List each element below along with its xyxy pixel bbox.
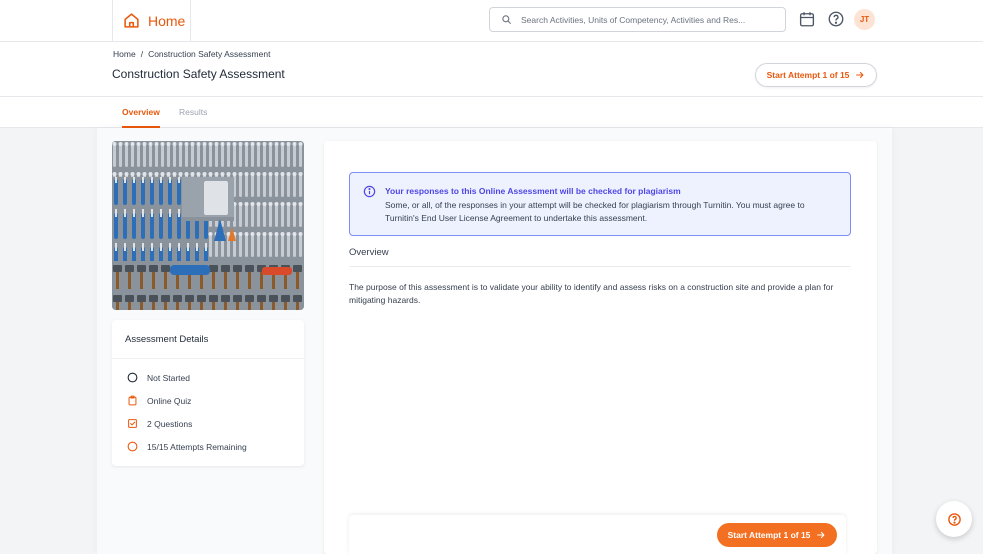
home-link[interactable]: Home bbox=[112, 0, 191, 41]
details-title: Assessment Details bbox=[125, 334, 209, 345]
avatar[interactable]: JT bbox=[854, 9, 875, 30]
help-icon[interactable] bbox=[827, 10, 845, 28]
detail-status: Not Started bbox=[127, 372, 190, 383]
circle-icon bbox=[127, 372, 138, 383]
search-placeholder: Search Activities, Units of Competency, … bbox=[521, 14, 746, 25]
detail-questions: 2 Questions bbox=[127, 418, 192, 429]
page-title: Construction Safety Assessment bbox=[112, 67, 285, 81]
arrow-right-icon bbox=[856, 71, 864, 79]
start-attempt-label: Start Attempt 1 of 15 bbox=[766, 70, 850, 80]
top-navigation-bar: Home Search Activities, Units of Compete… bbox=[0, 0, 983, 42]
checkbox-icon bbox=[128, 419, 137, 428]
overview-content-card: Your responses to this Online Assessment… bbox=[324, 141, 877, 554]
plagiarism-alert: Your responses to this Online Assessment… bbox=[349, 172, 851, 236]
alert-title: Your responses to this Online Assessment… bbox=[385, 186, 681, 196]
home-label: Home bbox=[148, 12, 186, 29]
search-input[interactable]: Search Activities, Units of Competency, … bbox=[489, 7, 786, 32]
detail-label: 15/15 Attempts Remaining bbox=[147, 441, 247, 452]
detail-label: Not Started bbox=[147, 372, 190, 383]
detail-label: Online Quiz bbox=[147, 395, 192, 406]
start-attempt-label: Start Attempt 1 of 15 bbox=[727, 530, 811, 540]
help-icon bbox=[947, 512, 961, 526]
start-attempt-button[interactable]: Start Attempt 1 of 15 bbox=[717, 523, 837, 547]
detail-type: Online Quiz bbox=[127, 395, 191, 406]
detail-attempts: 15/15 Attempts Remaining bbox=[127, 441, 247, 452]
start-attempt-button-header[interactable]: Start Attempt 1 of 15 bbox=[755, 63, 877, 87]
tab-bar: Overview Results bbox=[0, 97, 983, 128]
home-icon bbox=[124, 13, 139, 28]
overview-text: The purpose of this assessment is to val… bbox=[349, 282, 834, 305]
divider bbox=[112, 358, 304, 359]
tab-results[interactable]: Results bbox=[179, 107, 207, 117]
page-header: Home / Construction Safety Assessment Co… bbox=[0, 42, 983, 97]
arrow-right-icon bbox=[817, 531, 825, 539]
floating-help-button[interactable] bbox=[936, 501, 972, 537]
assessment-details-card: Assessment Details Not Started Online Qu… bbox=[112, 320, 304, 466]
breadcrumb-home[interactable]: Home bbox=[113, 49, 136, 59]
calendar-icon[interactable] bbox=[798, 10, 816, 28]
circle-icon bbox=[127, 441, 138, 452]
divider bbox=[349, 266, 851, 267]
overview-heading: Overview bbox=[349, 247, 389, 258]
detail-label: 2 Questions bbox=[147, 418, 193, 429]
assessment-cover-image bbox=[112, 141, 304, 310]
alert-body: Some, or all, of the responses in your a… bbox=[385, 200, 805, 223]
tab-overview[interactable]: Overview bbox=[122, 107, 160, 128]
breadcrumb-current: Construction Safety Assessment bbox=[148, 49, 271, 59]
clipboard-icon bbox=[128, 395, 137, 406]
info-icon bbox=[363, 185, 376, 198]
search-icon bbox=[502, 15, 512, 25]
breadcrumb: Home / Construction Safety Assessment bbox=[113, 49, 270, 59]
footer-action-bar: Start Attempt 1 of 15 bbox=[349, 515, 846, 554]
breadcrumb-separator: / bbox=[140, 49, 144, 59]
